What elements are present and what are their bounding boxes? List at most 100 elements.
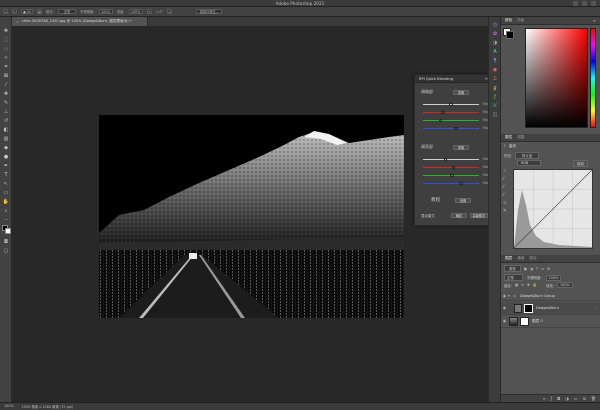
tab-channels[interactable]: 通道 xyxy=(517,256,524,261)
channel-slider[interactable]: Max xyxy=(423,110,490,115)
channel-select[interactable]: RGB xyxy=(517,160,542,166)
hand-tool-icon[interactable]: ✋ xyxy=(2,198,10,205)
target-adjust-icon[interactable]: ☝ xyxy=(503,169,510,177)
visibility-eye-icon[interactable]: ◉ xyxy=(501,319,508,323)
crop-tool-icon[interactable]: ⌗ xyxy=(2,63,10,70)
tab-properties[interactable]: 属性 xyxy=(505,135,512,140)
plugin-d-icon[interactable]: ƒ xyxy=(491,93,499,100)
auto-button[interactable]: 自动 xyxy=(573,160,588,167)
filter-shape-icon[interactable]: ▭ xyxy=(541,267,544,271)
pen-tool-icon[interactable]: ✒ xyxy=(2,162,10,169)
brighten-reset-button[interactable]: 重置 xyxy=(453,145,469,150)
mode-select[interactable]: 正常 xyxy=(57,9,76,14)
fill-value[interactable]: 100% xyxy=(557,282,573,288)
history-brush-tool-icon[interactable]: ↺ xyxy=(2,117,10,124)
document-image[interactable] xyxy=(99,115,404,318)
slider-knob[interactable] xyxy=(443,157,448,161)
white-point-eyedropper-icon[interactable]: ⁄ xyxy=(503,193,510,201)
filter-pixel-icon[interactable]: ▣ xyxy=(524,267,527,271)
slider-track[interactable] xyxy=(423,120,479,121)
document-dimensions[interactable]: 1920 像素 x 1280 像素 (72 ppi) xyxy=(22,404,74,409)
screen-mode-icon[interactable]: ▢ xyxy=(2,247,10,254)
airbrush-icon[interactable]: ✦ xyxy=(146,9,152,14)
pencil-icon[interactable]: ✎ xyxy=(503,209,510,217)
channel-slider[interactable]: Max xyxy=(423,181,490,186)
plugin-f-icon[interactable]: ◫ xyxy=(491,111,499,118)
quick-select-tool-icon[interactable]: ✧ xyxy=(2,54,10,61)
share-icon[interactable] xyxy=(591,1,596,6)
healing-brush-tool-icon[interactable]: ✚ xyxy=(2,90,10,97)
black-point-eyedropper-icon[interactable]: ⁄ xyxy=(503,177,510,185)
flow-value[interactable]: 100% xyxy=(128,9,143,14)
marquee-tool-icon[interactable]: ⬚ xyxy=(2,36,10,43)
clone-stamp-tool-icon[interactable]: ⊥ xyxy=(2,108,10,115)
channel-slider[interactable]: Max xyxy=(423,173,490,178)
slider-track[interactable] xyxy=(423,159,479,160)
brush-panel-icon[interactable]: ✿ xyxy=(491,30,499,37)
blend-mode-select[interactable]: 正常 xyxy=(504,274,523,281)
channel-slider[interactable]: Max xyxy=(423,157,490,162)
add-style-icon[interactable]: ƒ xyxy=(551,396,552,401)
zoom-level[interactable]: 100% xyxy=(4,404,14,409)
new-adjustment-icon[interactable]: ◑ xyxy=(565,396,569,401)
preset-select[interactable]: 默认值 xyxy=(514,152,540,159)
slider-track[interactable] xyxy=(423,128,479,129)
tab-color[interactable]: 颜色 xyxy=(505,18,512,23)
gradient-tool-icon[interactable]: ▥ xyxy=(2,135,10,142)
blur-tool-icon[interactable]: ◆ xyxy=(2,144,10,151)
workspace-icon[interactable] xyxy=(582,1,587,6)
slider-knob[interactable] xyxy=(441,110,445,114)
tutorial-settings-button[interactable]: 设置 xyxy=(455,198,471,203)
search-icon[interactable] xyxy=(573,1,578,6)
curve-point-icon[interactable]: ∿ xyxy=(503,201,510,209)
visibility-eye-icon[interactable]: ◉ xyxy=(501,306,508,310)
link-layers-icon[interactable]: ∞ xyxy=(542,396,545,401)
paragraph-panel-icon[interactable]: ¶ xyxy=(491,57,499,64)
filter-smart-icon[interactable]: ⊞ xyxy=(547,267,550,271)
slider-track[interactable] xyxy=(423,112,479,113)
type-tool-icon[interactable]: T xyxy=(2,171,10,178)
move-tool-icon[interactable]: ✥ xyxy=(2,27,10,34)
select-and-mask-button[interactable]: 选择并遮住... xyxy=(196,9,223,14)
curves-graph[interactable] xyxy=(513,169,593,249)
pressure-icon[interactable]: ◎ xyxy=(167,9,173,14)
tab-paths[interactable]: 路径 xyxy=(529,256,536,261)
background-color-swatch[interactable] xyxy=(5,228,11,234)
dodge-tool-icon[interactable]: ● xyxy=(2,153,10,160)
gray-point-eyedropper-icon[interactable]: ⁄ xyxy=(503,185,510,193)
fx-icon[interactable]: ◦ xyxy=(595,306,597,310)
lock-all-icon[interactable]: 🔒 xyxy=(533,283,537,287)
slider-knob[interactable] xyxy=(449,102,453,106)
layer-row-dodge-burn[interactable]: ◉ Dodge&Burn ◦ xyxy=(501,302,600,315)
confirm-button[interactable]: 确定 xyxy=(451,213,467,218)
opacity-value[interactable]: 100% xyxy=(98,9,113,14)
filter-adjust-icon[interactable]: ◑ xyxy=(530,267,533,271)
tab-swatches[interactable]: 色板 xyxy=(517,18,524,23)
new-layer-icon[interactable]: ⊞ xyxy=(583,396,586,401)
filter-type-icon[interactable]: T xyxy=(536,267,538,271)
plugin-a-icon[interactable]: ◉ xyxy=(491,66,499,73)
layer-row-background[interactable]: ◉ 图层 0 xyxy=(501,315,600,328)
slider-knob[interactable] xyxy=(454,126,458,130)
slider-knob[interactable] xyxy=(450,173,454,177)
tab-layers[interactable]: 图层 xyxy=(505,256,512,261)
darken-reset-button[interactable]: 重置 xyxy=(453,90,469,95)
lock-move-icon[interactable]: ✥ xyxy=(527,283,530,287)
slider-knob[interactable] xyxy=(438,118,443,122)
visibility-eye-icon[interactable]: ◉ xyxy=(501,294,508,298)
brush-size-picker[interactable]: ● 50 xyxy=(21,9,33,14)
channel-slider[interactable]: Max xyxy=(423,118,490,123)
path-select-tool-icon[interactable]: ↖ xyxy=(2,180,10,187)
channel-slider[interactable]: Max xyxy=(423,102,490,107)
brush-settings-icon[interactable]: ▤ xyxy=(37,9,42,14)
new-group-icon[interactable]: ▭ xyxy=(574,396,578,401)
panel-menu-icon[interactable]: ≡ xyxy=(593,18,596,23)
zoom-tool-icon[interactable]: ⌕ xyxy=(2,207,10,214)
advanced-mode-button[interactable]: 高级模式 xyxy=(470,213,488,218)
eyedropper-tool-icon[interactable]: ⁄ xyxy=(2,81,10,88)
layer-row-group[interactable]: ◉ ▾ ▭ Dodge&Burn Group xyxy=(501,292,600,301)
close-icon[interactable]: × xyxy=(16,20,19,24)
delete-layer-icon[interactable]: 🗑 xyxy=(591,396,596,401)
quick-mask-icon[interactable]: ◘ xyxy=(2,238,10,245)
plugin-e-icon[interactable]: ℋ xyxy=(491,102,499,109)
